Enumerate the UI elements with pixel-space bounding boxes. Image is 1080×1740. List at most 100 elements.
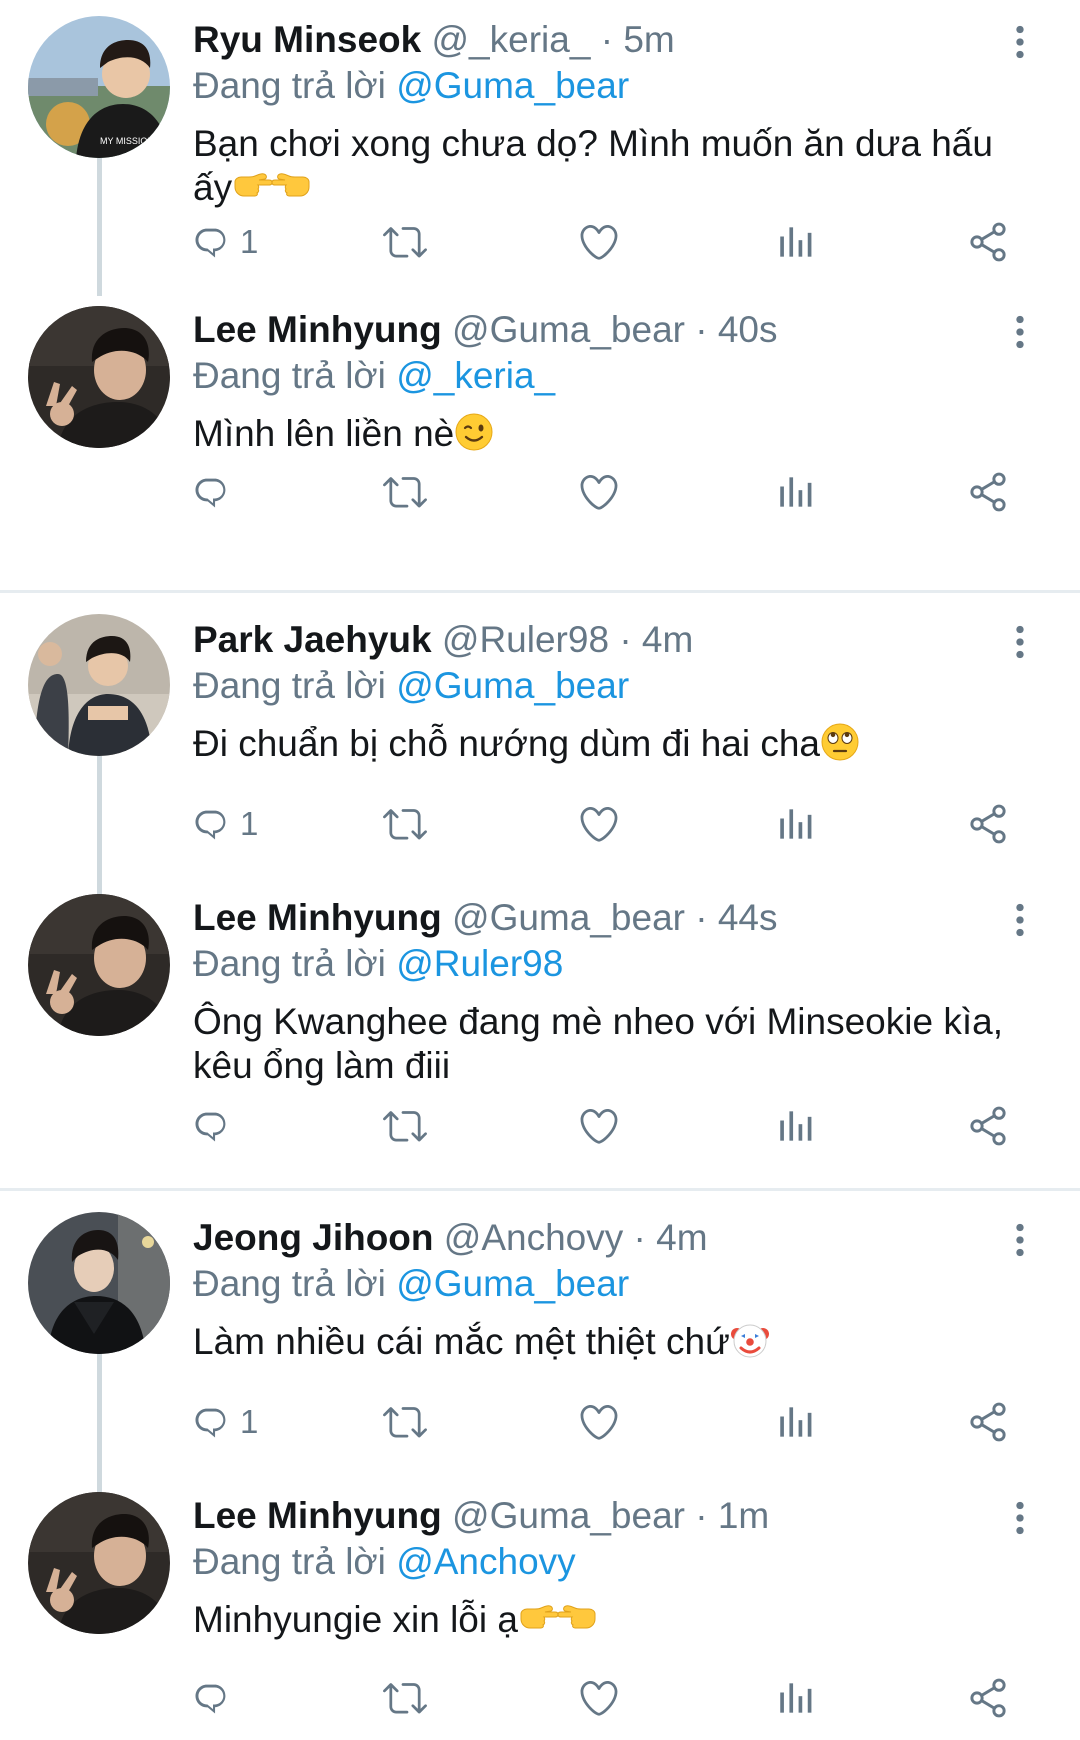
analytics-button[interactable] — [772, 464, 816, 520]
like-button[interactable] — [577, 796, 621, 852]
heart-icon — [577, 1104, 621, 1148]
user-handle[interactable]: @Guma_bear — [452, 309, 685, 350]
tweet-header: Ryu Minseok @_keria_ · 5m — [193, 18, 1000, 62]
share-icon — [966, 1676, 1010, 1720]
more-options-icon[interactable] — [1000, 900, 1040, 940]
retweet-icon — [383, 1104, 427, 1148]
park-jaehyuk-avatar[interactable] — [28, 614, 170, 756]
more-options-icon[interactable] — [1000, 622, 1040, 662]
retweet-button[interactable] — [383, 1394, 427, 1450]
display-name[interactable]: Lee Minhyung — [193, 897, 442, 938]
user-handle[interactable]: @Guma_bear — [452, 897, 685, 938]
like-button[interactable] — [577, 1394, 621, 1450]
share-button[interactable] — [966, 464, 1010, 520]
reply-button[interactable] — [190, 1670, 234, 1726]
analytics-button[interactable] — [772, 214, 816, 270]
mention-link[interactable]: @Guma_bear — [396, 65, 629, 106]
tweet-time[interactable]: 5m — [623, 19, 674, 60]
replying-to-label: Đang trả lời — [193, 355, 386, 396]
retweet-button[interactable] — [383, 1670, 427, 1726]
pointing-right-emoji — [518, 1598, 558, 1638]
mention-link[interactable]: @Ruler98 — [396, 943, 563, 984]
replying-to-label: Đang trả lời — [193, 65, 386, 106]
like-button[interactable] — [577, 464, 621, 520]
tweet-text: Làm nhiều cái mắc mệt thiệt chứ — [193, 1320, 1023, 1364]
user-handle[interactable]: @_keria_ — [432, 19, 591, 60]
share-button[interactable] — [966, 1394, 1010, 1450]
retweet-button[interactable] — [383, 214, 427, 270]
mention-link[interactable]: @Anchovy — [396, 1541, 575, 1582]
display-name[interactable]: Lee Minhyung — [193, 309, 442, 350]
tweet-time[interactable]: 1m — [718, 1495, 769, 1536]
tweet-item[interactable]: Lee Minhyung @Guma_bear · 1m Đang trả lờ… — [0, 1476, 1080, 1740]
analytics-button[interactable] — [772, 1670, 816, 1726]
more-options-icon[interactable] — [1000, 1498, 1040, 1538]
more-options-icon[interactable] — [1000, 1220, 1040, 1260]
display-name[interactable]: Ryu Minseok — [193, 19, 421, 60]
separator-dot: · — [695, 309, 708, 350]
tweet-time[interactable]: 4m — [656, 1217, 707, 1258]
like-button[interactable] — [577, 1670, 621, 1726]
tweet-time[interactable]: 44s — [718, 897, 778, 938]
reply-button[interactable] — [190, 464, 234, 520]
tweet-text: Ông Kwanghee đang mè nheo với Minseokie … — [193, 1000, 1023, 1088]
mention-link[interactable]: @Guma_bear — [396, 1263, 629, 1304]
analytics-button[interactable] — [772, 796, 816, 852]
analytics-button[interactable] — [772, 1098, 816, 1154]
mention-link[interactable]: @Guma_bear — [396, 665, 629, 706]
retweet-icon — [383, 220, 427, 264]
replying-to-label: Đang trả lời — [193, 943, 386, 984]
separator-dot: · — [695, 897, 708, 938]
retweet-button[interactable] — [383, 464, 427, 520]
like-button[interactable] — [577, 214, 621, 270]
heart-icon — [577, 802, 621, 846]
tweet-item[interactable]: Lee Minhyung @Guma_bear · 40s Đang trả l… — [0, 290, 1080, 530]
replying-to-line: Đang trả lời @Guma_bear — [193, 664, 629, 708]
retweet-button[interactable] — [383, 1098, 427, 1154]
reply-button[interactable]: 1 — [190, 214, 258, 270]
ryu-minseok-avatar[interactable] — [28, 16, 170, 158]
analytics-button[interactable] — [772, 1394, 816, 1450]
mention-link[interactable]: @_keria_ — [396, 355, 555, 396]
reply-button[interactable] — [190, 1098, 234, 1154]
bar-chart-icon — [772, 1676, 816, 1720]
share-button[interactable] — [966, 1670, 1010, 1726]
share-icon — [966, 802, 1010, 846]
user-handle[interactable]: @Anchovy — [444, 1217, 623, 1258]
tweet-item[interactable]: Jeong Jihoon @Anchovy · 4m Đang trả lời … — [0, 1198, 1080, 1488]
tweet-time[interactable]: 4m — [642, 619, 693, 660]
tweet-item[interactable]: Lee Minhyung @Guma_bear · 44s Đang trả l… — [0, 878, 1080, 1178]
retweet-button[interactable] — [383, 796, 427, 852]
more-options-icon[interactable] — [1000, 312, 1040, 352]
display-name[interactable]: Jeong Jihoon — [193, 1217, 434, 1258]
share-button[interactable] — [966, 796, 1010, 852]
heart-icon — [577, 1676, 621, 1720]
tweet-header: Lee Minhyung @Guma_bear · 44s — [193, 896, 1000, 940]
replying-to-line: Đang trả lời @Ruler98 — [193, 942, 563, 986]
retweet-icon — [383, 470, 427, 514]
tweet-text: Bạn chơi xong chưa dọ? Mình muốn ăn dưa … — [193, 122, 1023, 210]
lee-minhyung-avatar[interactable] — [28, 1492, 170, 1634]
share-button[interactable] — [966, 1098, 1010, 1154]
display-name[interactable]: Lee Minhyung — [193, 1495, 442, 1536]
like-button[interactable] — [577, 1098, 621, 1154]
user-handle[interactable]: @Guma_bear — [452, 1495, 685, 1536]
tweet-item[interactable]: Park Jaehyuk @Ruler98 · 4m Đang trả lời … — [0, 600, 1080, 890]
share-button[interactable] — [966, 214, 1010, 270]
lee-minhyung-avatar[interactable] — [28, 894, 170, 1036]
tweet-item[interactable]: Ryu Minseok @_keria_ · 5m Đang trả lời @… — [0, 0, 1080, 290]
reply-icon — [190, 1400, 234, 1444]
tweet-header: Jeong Jihoon @Anchovy · 4m — [193, 1216, 1000, 1260]
separator-dot: · — [600, 19, 614, 60]
tweet-text-line: ấy — [193, 167, 233, 208]
reply-icon — [190, 1104, 234, 1148]
display-name[interactable]: Park Jaehyuk — [193, 619, 432, 660]
reply-button[interactable]: 1 — [190, 796, 258, 852]
reply-button[interactable]: 1 — [190, 1394, 258, 1450]
tweet-time[interactable]: 40s — [718, 309, 778, 350]
jeong-jihoon-avatar[interactable] — [28, 1212, 170, 1354]
more-options-icon[interactable] — [1000, 22, 1040, 62]
user-handle[interactable]: @Ruler98 — [442, 619, 609, 660]
bar-chart-icon — [772, 1400, 816, 1444]
lee-minhyung-avatar[interactable] — [28, 306, 170, 448]
